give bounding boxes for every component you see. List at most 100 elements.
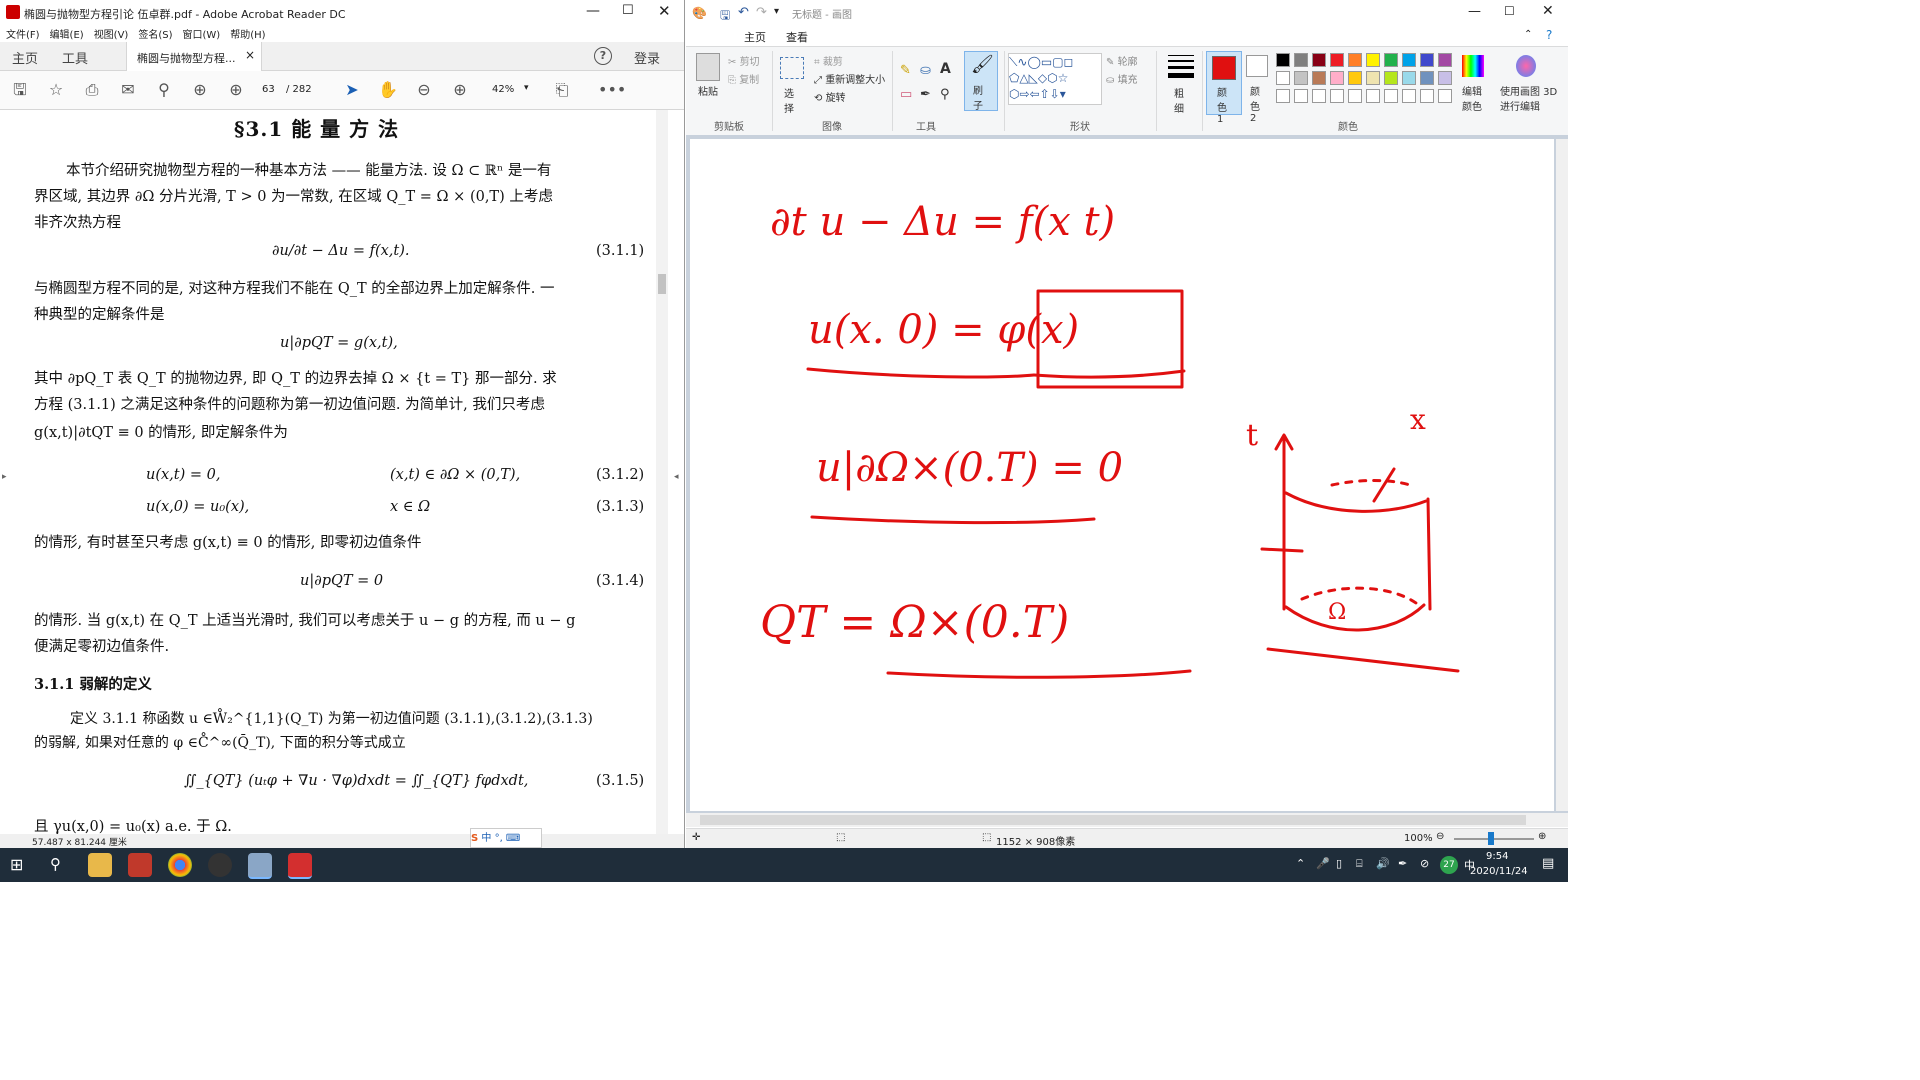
help-paint-icon[interactable]: ?	[1546, 28, 1552, 42]
maximize-icon[interactable]: ☐	[622, 3, 634, 18]
microphone-icon[interactable]: 🎤	[1316, 857, 1330, 870]
palette-swatch[interactable]	[1366, 71, 1380, 85]
menu-item[interactable]: 窗口(W)	[183, 30, 221, 41]
select-cursor-icon[interactable]: ➤	[342, 80, 362, 100]
minimize-icon[interactable]: —	[586, 3, 600, 19]
help-icon[interactable]: ?	[594, 47, 612, 65]
menu-item[interactable]: 帮助(H)	[230, 30, 265, 41]
menu-item[interactable]: 编辑(E)	[50, 30, 84, 41]
close-icon[interactable]: ✕	[658, 2, 671, 20]
tab-document[interactable]: 椭圆与抛物型方程... ×	[126, 42, 262, 71]
color-picker-icon[interactable]: ✒	[920, 87, 931, 102]
palette-swatch[interactable]	[1420, 71, 1434, 85]
palette-swatch[interactable]	[1294, 71, 1308, 85]
tab-home-paint[interactable]: 主页	[744, 29, 766, 45]
network-icon[interactable]: ⌸	[1356, 857, 1363, 871]
edit-colors-label[interactable]: 编辑颜色	[1462, 83, 1486, 113]
paint-taskbar-icon[interactable]	[248, 853, 272, 879]
paint3d-icon[interactable]	[1516, 55, 1536, 77]
chrome-icon[interactable]	[168, 853, 192, 877]
palette-swatch[interactable]	[1330, 71, 1344, 85]
tab-home[interactable]: 主页	[12, 48, 38, 67]
paint-close-icon[interactable]: ✕	[1542, 3, 1554, 19]
paint-minimize-icon[interactable]: —	[1468, 4, 1481, 19]
pdf-vertical-scrollbar[interactable]	[656, 110, 668, 838]
paint3d-label[interactable]: 使用画图 3D 进行编辑	[1500, 83, 1566, 113]
custom-swatch[interactable]	[1384, 89, 1398, 103]
menu-item[interactable]: 文件(F)	[6, 30, 40, 41]
search-taskbar-icon[interactable]: ⚲	[50, 855, 61, 873]
resize-button[interactable]: ⤢ 重新调整大小	[814, 71, 885, 86]
ribbon-collapse-icon[interactable]: ⌃	[1524, 29, 1532, 40]
palette-swatch[interactable]	[1276, 71, 1290, 85]
file-explorer-icon[interactable]	[88, 853, 112, 877]
palette-swatch[interactable]	[1384, 71, 1398, 85]
clock-time[interactable]: 9:54	[1486, 851, 1508, 862]
blocked-icon[interactable]: ⊘	[1420, 857, 1429, 870]
qat-dropdown-icon[interactable]: ▾	[774, 6, 779, 17]
size-icon[interactable]	[1168, 55, 1194, 79]
palette-swatch[interactable]	[1438, 71, 1452, 85]
zoom-in-paint-icon[interactable]: ⊕	[1538, 831, 1546, 842]
quick-save-icon[interactable]: 🖫	[720, 6, 730, 27]
color2-label[interactable]: 颜色 2	[1250, 83, 1264, 124]
palette-swatch[interactable]	[1402, 53, 1416, 67]
fill-button[interactable]: ⛀ 填充	[1106, 71, 1138, 86]
palette-swatch[interactable]	[1438, 53, 1452, 67]
tab-tools[interactable]: 工具	[62, 48, 88, 67]
custom-swatch[interactable]	[1420, 89, 1434, 103]
email-icon[interactable]: ✉	[118, 80, 138, 100]
paint-maximize-icon[interactable]: ☐	[1504, 4, 1515, 18]
eraser-icon[interactable]: ▭	[900, 87, 912, 102]
zoom-out-icon[interactable]: ⊖	[414, 80, 434, 100]
palette-swatch[interactable]	[1384, 53, 1398, 67]
palette-swatch[interactable]	[1420, 53, 1434, 67]
ime-toolbar[interactable]: S 中 °, ⌨	[470, 828, 542, 848]
palette-swatch[interactable]	[1348, 53, 1362, 67]
pencil-icon[interactable]: ✎	[900, 63, 911, 78]
hand-tool-icon[interactable]: ✋	[378, 80, 398, 100]
color1-button[interactable]: 颜色 1	[1206, 51, 1242, 125]
battery-icon[interactable]: ▯	[1336, 857, 1342, 870]
page-up-icon[interactable]: ⊕	[190, 80, 210, 100]
select-label[interactable]: 选择	[784, 85, 796, 115]
zoom-out-paint-icon[interactable]: ⊖	[1436, 831, 1444, 842]
custom-swatch[interactable]	[1348, 89, 1362, 103]
page-display-icon[interactable]: ⎗	[552, 80, 572, 100]
zoom-slider[interactable]	[1454, 838, 1534, 840]
search-icon[interactable]: ⚲	[154, 80, 174, 100]
palette-swatch[interactable]	[1366, 53, 1380, 67]
select-icon[interactable]	[780, 57, 804, 79]
print-icon[interactable]: ⎙	[82, 80, 102, 100]
custom-swatch[interactable]	[1438, 89, 1452, 103]
zoom-in-icon[interactable]: ⊕	[450, 80, 470, 100]
canvas-vertical-scrollbar[interactable]	[1556, 139, 1568, 811]
action-center-icon[interactable]: ▤	[1542, 856, 1554, 871]
paste-label[interactable]: 粘贴	[698, 83, 718, 98]
palette-swatch[interactable]	[1402, 71, 1416, 85]
tab-view[interactable]: 查看	[786, 29, 808, 45]
scroll-thumb[interactable]	[658, 274, 666, 294]
left-panel-toggle-icon[interactable]: ▸	[2, 472, 7, 482]
volume-icon[interactable]: 🔊	[1376, 857, 1390, 870]
acrobat-taskbar-icon[interactable]	[288, 853, 312, 879]
menu-item[interactable]: 签名(S)	[138, 30, 172, 41]
custom-swatch[interactable]	[1312, 89, 1326, 103]
color2-swatch[interactable]	[1246, 55, 1268, 77]
shapes-gallery[interactable]: ⟍∿◯▭▢◻ ⬠△◺◇⬡☆ ⬡⇨⇦⇧⇩▾	[1008, 53, 1102, 105]
right-panel-toggle-icon[interactable]: ◂	[674, 472, 679, 482]
fill-bucket-icon[interactable]: ⛀	[920, 63, 931, 78]
menu-item[interactable]: 视图(V)	[94, 30, 129, 41]
text-tool-icon[interactable]: A	[940, 61, 951, 77]
rotate-button[interactable]: ⟲ 旋转	[814, 89, 846, 104]
clock-date[interactable]: 2020/11/24	[1470, 866, 1528, 877]
hscroll-thumb[interactable]	[700, 815, 1526, 825]
more-tools-icon[interactable]: •••	[598, 80, 626, 100]
close-tab-icon[interactable]: ×	[245, 48, 255, 62]
custom-swatch[interactable]	[1402, 89, 1416, 103]
custom-swatch[interactable]	[1294, 89, 1308, 103]
page-number-input[interactable]: 63	[262, 84, 275, 95]
outline-button[interactable]: ✎ 轮廓	[1106, 53, 1138, 68]
start-windows-icon[interactable]: ⊞	[10, 855, 23, 874]
youdao-icon[interactable]	[128, 853, 152, 877]
